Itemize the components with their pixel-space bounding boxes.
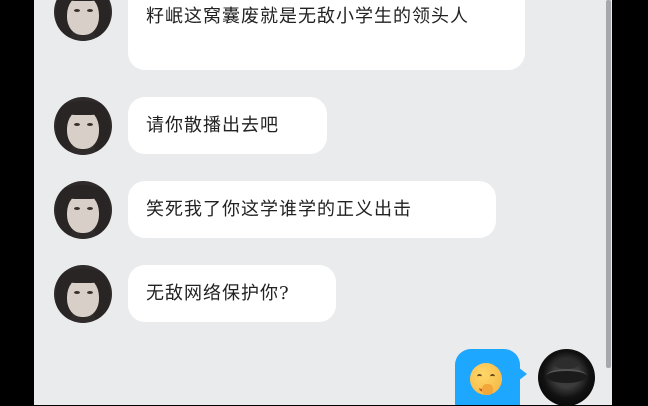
message-bubble[interactable]: 无敌网络保护你? <box>128 265 336 322</box>
my-avatar[interactable] <box>538 349 595 406</box>
bubble-tail <box>518 367 527 381</box>
screen: 籽岷这窝囊废就是无敌小学生的领头人 请你散播出去吧 笑死我了你这学谁学的正义出击 <box>0 0 648 406</box>
contact-avatar[interactable] <box>54 265 112 323</box>
message-bubble[interactable]: 请你散播出去吧 <box>128 97 327 154</box>
contact-avatar[interactable] <box>54 97 112 155</box>
contact-avatar[interactable] <box>54 0 112 41</box>
fist-to-mouth-emoji-icon <box>470 363 502 395</box>
contact-avatar[interactable] <box>54 181 112 239</box>
scrollbar[interactable] <box>606 0 611 368</box>
message-text: 请你散播出去吧 <box>146 115 279 136</box>
message-text: 籽岷这窝囊废就是无敌小学生的领头人 <box>146 6 469 27</box>
message-text: 无敌网络保护你? <box>146 283 290 304</box>
sent-message-bubble[interactable] <box>455 349 527 405</box>
message-bubble[interactable]: 籽岷这窝囊废就是无敌小学生的领头人 <box>128 0 525 70</box>
message-text: 笑死我了你这学谁学的正义出击 <box>146 199 412 220</box>
message-bubble[interactable]: 笑死我了你这学谁学的正义出击 <box>128 181 496 238</box>
